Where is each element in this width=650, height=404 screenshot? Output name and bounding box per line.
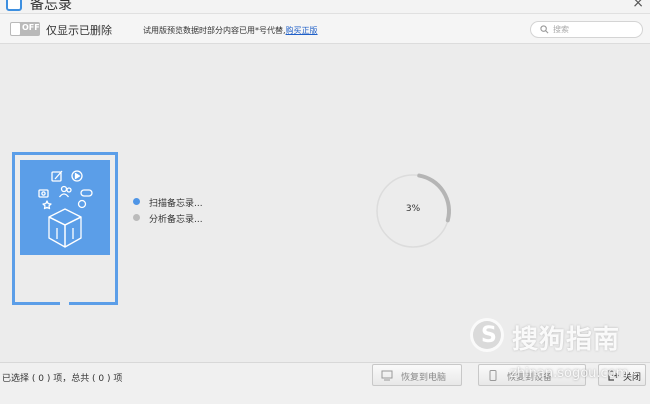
- trial-notice: 试用版预览数据时部分内容已用*号代替,购买正版: [143, 25, 318, 36]
- illustration-panel: [20, 160, 110, 255]
- step-label: 扫描备忘录...: [149, 199, 203, 209]
- step-pending-dot: [133, 214, 140, 221]
- purchase-link[interactable]: 购买正版: [286, 26, 318, 35]
- close-label: 关闭: [623, 373, 642, 383]
- step-active-dot: [133, 198, 140, 205]
- restore-to-pc-button[interactable]: 恢复到电脑: [372, 364, 462, 386]
- trial-notice-text: 试用版预览数据时部分内容已用*号代替,: [143, 26, 286, 35]
- footer-bar: 已选择 ( 0 ) 项，总共 ( 0 ) 项 恢复到电脑 恢复到设备 关闭: [0, 362, 650, 404]
- exit-icon: [608, 370, 619, 381]
- window-title: 备忘录: [30, 0, 72, 13]
- close-button[interactable]: 关闭: [598, 364, 646, 386]
- memo-illustration: [12, 152, 118, 305]
- show-deleted-label: 仅显示已删除: [46, 24, 112, 37]
- toggle-state: OFF: [22, 23, 40, 32]
- monitor-icon: [381, 370, 393, 381]
- progress-percent: 3%: [405, 204, 421, 214]
- restore-to-pc-label: 恢复到电脑: [401, 373, 447, 383]
- restore-to-device-button[interactable]: 恢复到设备: [478, 364, 586, 386]
- search-input[interactable]: [553, 23, 637, 36]
- step-label: 分析备忘录...: [149, 215, 203, 225]
- toggle-knob: [11, 23, 20, 35]
- window-close-icon[interactable]: ×: [632, 0, 644, 11]
- search-icon: [540, 25, 549, 34]
- app-cube-illustration: [38, 170, 93, 248]
- restore-to-device-label: 恢复到设备: [507, 373, 553, 383]
- phone-icon: [489, 370, 497, 381]
- search-box[interactable]: [530, 21, 643, 38]
- show-deleted-toggle[interactable]: OFF: [10, 22, 40, 36]
- toolbar: OFF 仅显示已删除 试用版预览数据时部分内容已用*号代替,购买正版: [0, 14, 650, 44]
- memo-app-icon: [6, 0, 22, 11]
- progress-ring: 3%: [373, 171, 453, 251]
- title-bar: 备忘录 ×: [0, 0, 650, 14]
- selection-status: 已选择 ( 0 ) 项，总共 ( 0 ) 项: [2, 374, 123, 384]
- scan-panel: 扫描备忘录... 分析备忘录... 3%: [0, 44, 650, 362]
